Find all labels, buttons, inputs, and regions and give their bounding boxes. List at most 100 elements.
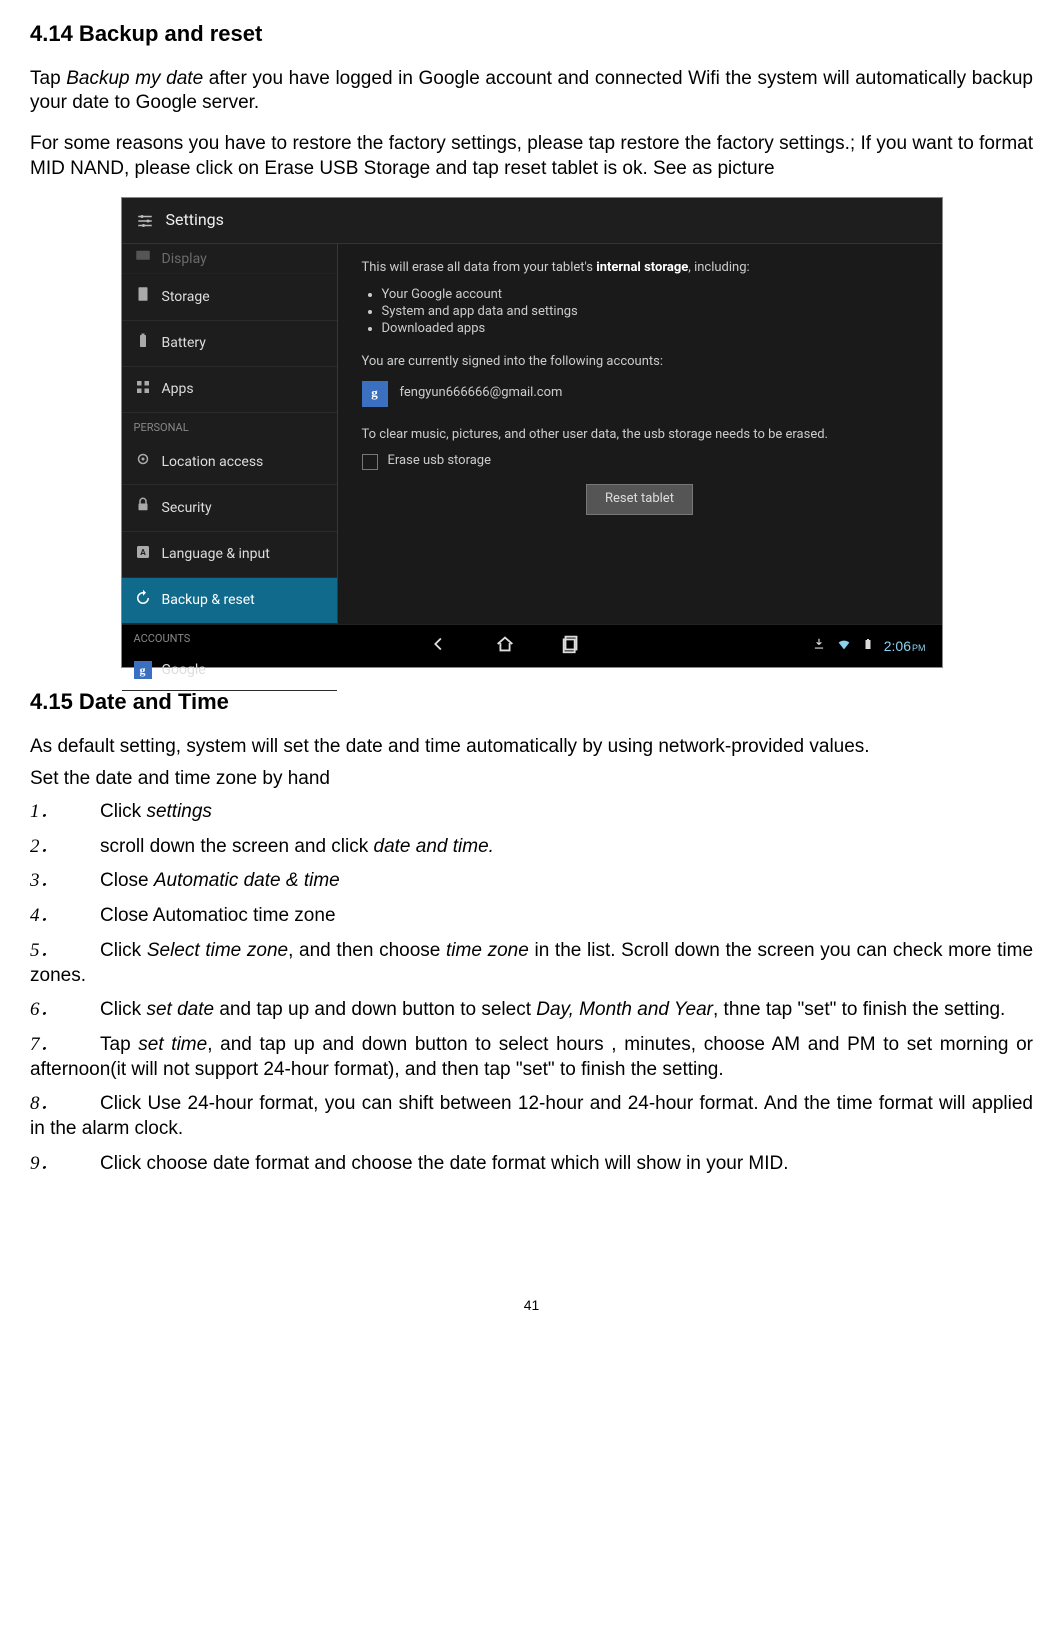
display-icon [134,247,152,270]
para-backup-2: For some reasons you have to restore the… [30,132,1033,181]
sidebar-item-location[interactable]: Location access [122,439,337,485]
back-icon[interactable] [428,633,450,660]
step-italic: set time [138,1034,207,1055]
sidebar-item-label: Location access [162,453,264,471]
lock-icon [134,496,152,519]
sidebar-item-label: Language & input [162,545,270,563]
battery-icon [862,636,874,656]
sidebar-item-language[interactable]: A Language & input [122,532,337,578]
erase-usb-label: Erase usb storage [388,453,492,470]
step-number: 3． [30,869,100,894]
language-icon: A [134,543,152,566]
reset-tablet-button[interactable]: Reset tablet [586,484,693,515]
step-text: and tap up and down button to select [214,999,536,1020]
step-number: 8． [30,1092,100,1117]
step-text: Close [100,870,154,891]
step-number: 9． [30,1152,100,1177]
heading-date-time: 4.15 Date and Time [30,688,1033,717]
settings-body: Display Storage Battery Apps PERSONAL Lo… [122,244,942,624]
step-number: 7． [30,1033,100,1058]
step-item: 3．Close Automatic date & time [30,869,1033,894]
step-item: 9．Click choose date format and choose th… [30,1152,1033,1177]
bullet-item: Your Google account [382,287,918,304]
text: This will erase all data from your table… [362,260,597,275]
backup-icon [134,589,152,612]
step-text: Click Use 24-hour format, you can shift … [30,1093,1033,1139]
wifi-icon [836,636,852,656]
bullet-item: Downloaded apps [382,321,918,338]
step-text: Click [100,999,146,1020]
step-number: 6． [30,998,100,1023]
step-text: , thne tap "set" to finish the setting. [713,999,1005,1020]
step-text: scroll down the screen and click [100,836,374,857]
settings-icon [136,212,154,230]
step-italic: set date [146,999,214,1020]
step-italic: Day, Month and Year [536,999,713,1020]
sidebar-item-label: Battery [162,334,206,352]
clear-storage-text: To clear music, pictures, and other user… [362,427,918,444]
step-text: Click choose date format and choose the … [100,1153,789,1174]
sidebar-item-storage[interactable]: Storage [122,274,337,320]
step-number: 2． [30,835,100,860]
step-italic: settings [146,801,211,822]
step-item: 5．Click Select time zone, and then choos… [30,939,1033,988]
settings-screenshot: Settings Display Storage Battery Apps PE… [121,197,943,668]
step-text: Close Automatioc time zone [100,905,336,926]
download-icon [812,637,826,655]
step-text: Tap [100,1034,138,1055]
step-italic: Automatic date & time [154,870,340,891]
sidebar-category-personal: PERSONAL [122,413,337,439]
para-backup-1: Tap Backup my date after you have logged… [30,67,1033,116]
sidebar-item-security[interactable]: Security [122,485,337,531]
step-number: 5． [30,939,100,964]
location-icon [134,450,152,473]
signed-into-text: You are currently signed into the follow… [362,354,918,371]
google-icon: g [134,661,152,679]
sidebar-item-display[interactable]: Display [122,244,337,274]
settings-sidebar: Display Storage Battery Apps PERSONAL Lo… [122,244,338,624]
battery-icon [134,332,152,355]
bullet-item: System and app data and settings [382,304,918,321]
step-text: , and then choose [288,940,446,961]
sidebar-item-label: Display [162,250,207,268]
step-italic: date and time. [374,836,494,857]
date-time-intro: As default setting, system will set the … [30,735,1033,760]
settings-main-pane: This will erase all data from your table… [338,244,942,624]
erase-usb-row[interactable]: Erase usb storage [362,453,918,470]
set-by-hand-text: Set the date and time zone by hand [30,767,1033,792]
step-italic: time zone [446,940,529,961]
account-email: fengyun666666@gmail.com [400,385,563,402]
checkbox-icon[interactable] [362,454,378,470]
sidebar-item-google[interactable]: g Google [122,650,337,691]
text: , including: [688,260,749,275]
step-item: 8．Click Use 24-hour format, you can shif… [30,1092,1033,1141]
google-account-icon: g [362,381,388,407]
step-italic: Select time zone [147,940,288,961]
step-item: 2．scroll down the screen and click date … [30,835,1033,860]
sidebar-item-label: Security [162,499,212,517]
step-number: 4． [30,904,100,929]
page-number: 41 [30,1296,1033,1314]
step-item: 1．Click settings [30,800,1033,825]
step-item: 6．Click set date and tap up and down but… [30,998,1033,1023]
erase-bullets: Your Google account System and app data … [362,287,918,338]
sidebar-item-label: Google [162,661,206,679]
step-item: 7．Tap set time, and tap up and down butt… [30,1033,1033,1082]
clock-time: 2:06PM [884,637,926,655]
home-icon[interactable] [494,633,516,660]
recents-icon[interactable] [560,633,582,660]
sidebar-item-apps[interactable]: Apps [122,367,337,413]
sidebar-item-label: Storage [162,288,210,306]
text: Tap [30,68,66,89]
step-text: Click [100,801,146,822]
erase-intro: This will erase all data from your table… [362,260,918,277]
sidebar-item-label: Backup & reset [162,591,255,609]
account-row: g fengyun666666@gmail.com [362,381,918,407]
text-italic: Backup my date [66,68,203,89]
sidebar-item-backup-reset[interactable]: Backup & reset [122,578,337,624]
svg-text:A: A [140,548,146,558]
sidebar-item-battery[interactable]: Battery [122,321,337,367]
storage-icon [134,285,152,308]
sidebar-item-label: Apps [162,380,194,398]
settings-title-bar: Settings [122,198,942,244]
